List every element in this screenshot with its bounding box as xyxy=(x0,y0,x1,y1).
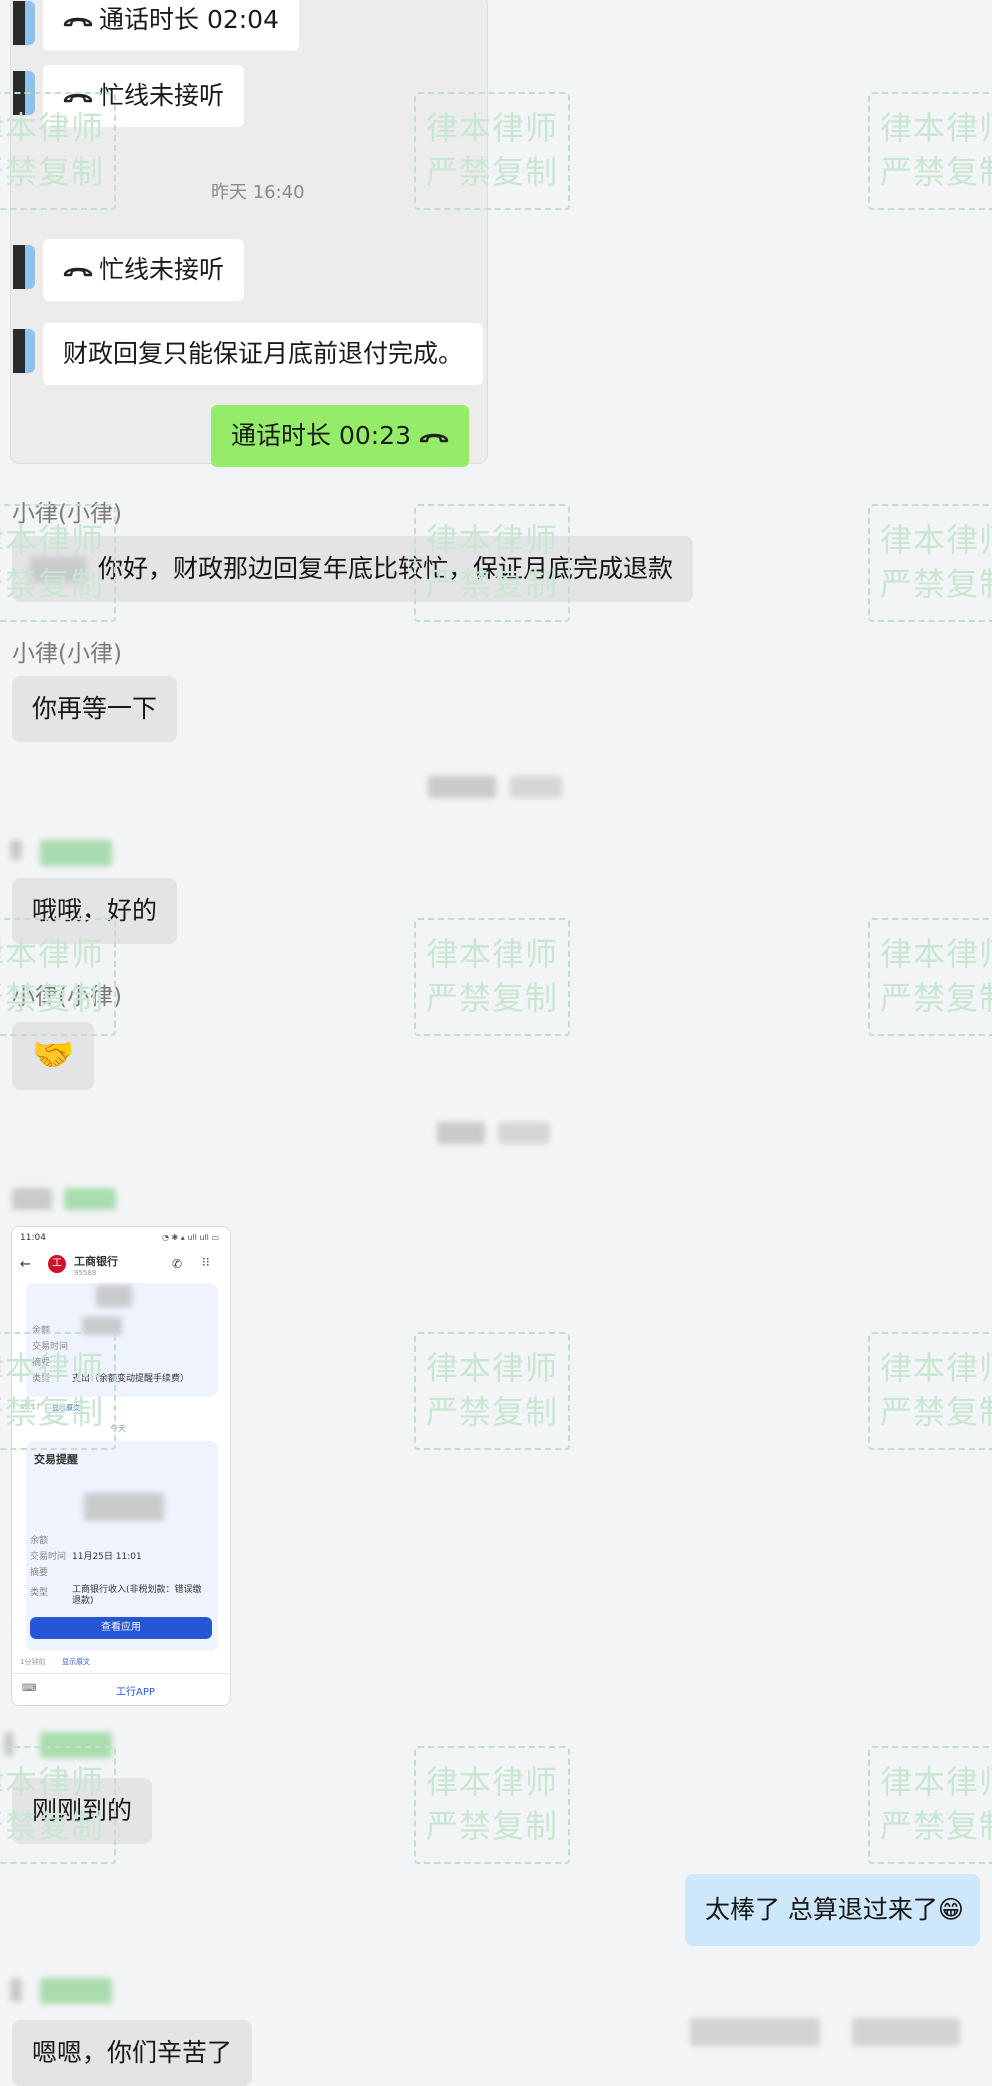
call-duration-text: 通话时长 02:04 xyxy=(99,5,279,34)
message-bubble[interactable]: 🤝 xyxy=(12,1022,95,1090)
call-record-bubble-mine[interactable]: 通话时长 00:23 xyxy=(211,405,469,467)
tx-time-value: 11月25日 11:01 xyxy=(72,1552,142,1562)
field-label: 摘要 xyxy=(30,1568,49,1578)
watermark: 律本律师严禁复制 xyxy=(868,1332,992,1450)
redacted-name xyxy=(10,1978,22,2002)
watermark: 律本律师严禁复制 xyxy=(414,918,570,1036)
bank-screenshot-image[interactable]: 11:04 ◔ ✱ ▴ ull ull ▭ ← 工 工商银行 95588 ✆ ⁝… xyxy=(11,1226,231,1706)
redacted-name xyxy=(4,1732,14,1756)
card-title: 交易提醒 xyxy=(34,1453,78,1466)
busy-call-bubble[interactable]: 忙线未接听 xyxy=(43,239,245,301)
message-bubble[interactable]: 刚刚到的 xyxy=(12,1778,153,1844)
avatar xyxy=(13,329,35,373)
status-time: 11:04 xyxy=(20,1233,46,1243)
show-original-link[interactable]: 显示原文 xyxy=(52,1403,80,1413)
watermark: 律本律师严禁复制 xyxy=(414,1332,570,1450)
sender-name: 小律(小律) xyxy=(12,984,122,1010)
field-label: 交易时间 xyxy=(32,1342,69,1352)
redacted-time xyxy=(510,776,562,798)
redacted-source-mark xyxy=(852,2018,960,2046)
redacted-name xyxy=(10,840,22,860)
field-label: 类型 xyxy=(32,1374,51,1384)
redacted-time xyxy=(498,1122,550,1144)
view-app-button[interactable]: 查看应用 xyxy=(30,1617,212,1639)
back-arrow-icon[interactable]: ← xyxy=(20,1257,31,1272)
divider xyxy=(12,1673,230,1674)
redacted-name xyxy=(40,840,112,866)
bank-number: 95588 xyxy=(74,1269,97,1277)
watermark: 律本律师严禁复制 xyxy=(414,1746,570,1864)
status-icons: ◔ ✱ ▴ ull ull ▭ xyxy=(162,1233,220,1242)
quoted-chat-record[interactable]: 通话时长 02:04 忙线未接听 昨天 16:40 忙线未接听 财政回复只能保证… xyxy=(10,0,488,467)
avatar xyxy=(13,71,35,115)
timestamp: 1分钟前 xyxy=(20,1658,46,1666)
redacted-source-mark xyxy=(690,2018,820,2046)
redacted-mention xyxy=(30,557,86,583)
call-duration-text: 通话时长 00:23 xyxy=(231,421,411,450)
message-bubble[interactable]: 财政回复只能保证月底前退付完成。 xyxy=(43,323,484,385)
watermark: 律本律师严禁复制 xyxy=(868,1746,992,1864)
call-record-bubble[interactable]: 通话时长 02:04 xyxy=(43,0,299,51)
field-label: 交易时间 xyxy=(30,1552,67,1562)
field-label: 余额 xyxy=(30,1536,49,1546)
redacted-name xyxy=(12,1188,52,1210)
watermark: 律本律师严禁复制 xyxy=(868,504,992,622)
message-bubble[interactable]: 你好，财政那边回复年底比较忙，保证月底完成退款 xyxy=(12,536,694,602)
timestamp: 09:17 xyxy=(20,1403,41,1411)
more-icon[interactable]: ⁝⁝ xyxy=(202,1255,210,1269)
redacted-name xyxy=(40,1978,112,2004)
message-text: 你再等一下 xyxy=(32,694,158,723)
redacted-time xyxy=(437,1122,485,1144)
busy-text: 忙线未接听 xyxy=(99,81,225,110)
my-message-bubble[interactable]: 太棒了 总算退过来了😁 xyxy=(684,1874,980,1946)
type-value: 工商银行收入(非税划款：错误缴退款) xyxy=(72,1585,202,1606)
message-text: 财政回复只能保证月底前退付完成。 xyxy=(63,339,464,368)
phone-hangup-icon xyxy=(63,14,93,28)
field-label: 摘要 xyxy=(32,1358,51,1368)
message-text: 嗯嗯，你们辛苦了 xyxy=(32,2038,233,2067)
type-value: 支出（余额变动提醒手续费） xyxy=(72,1374,190,1384)
bank-name: 工商银行 xyxy=(74,1255,118,1268)
phone-hangup-icon xyxy=(419,430,449,444)
message-text: 你好，财政那边回复年底比较忙，保证月底完成退款 xyxy=(98,554,674,583)
footer-app-link[interactable]: 工行APP xyxy=(116,1683,155,1698)
watermark: 律本律师严禁复制 xyxy=(868,92,992,210)
phone-hangup-icon xyxy=(63,264,93,278)
message-bubble[interactable]: 你再等一下 xyxy=(12,676,178,742)
sender-name: 小律(小律) xyxy=(12,641,122,667)
notice-card-1: 余额 交易时间 摘要 类型 支出（余额变动提醒手续费） xyxy=(26,1283,218,1397)
keyboard-icon[interactable]: ⌨ xyxy=(22,1683,36,1694)
icbc-logo: 工 xyxy=(48,1255,66,1273)
message-bubble[interactable]: 哦哦，好的 xyxy=(12,878,178,944)
day-label: 今天 xyxy=(110,1424,126,1433)
time-divider: 昨天 16:40 xyxy=(211,182,305,203)
message-text: 刚刚到的 xyxy=(32,1796,133,1825)
message-bubble[interactable]: 嗯嗯，你们辛苦了 xyxy=(12,2020,253,2086)
message-text: 太棒了 总算退过来了😁 xyxy=(704,1895,964,1924)
phone-icon[interactable]: ✆ xyxy=(172,1257,182,1271)
phone-hangup-icon xyxy=(63,90,93,104)
avatar xyxy=(13,245,35,289)
message-text: 哦哦，好的 xyxy=(32,896,158,925)
handshake-emoji: 🤝 xyxy=(32,1035,75,1075)
avatar xyxy=(13,1,35,45)
busy-call-bubble[interactable]: 忙线未接听 xyxy=(43,65,245,127)
field-label: 余额 xyxy=(32,1326,51,1336)
watermark: 律本律师严禁复制 xyxy=(868,918,992,1036)
show-original-link[interactable]: 显示原文 xyxy=(62,1657,90,1667)
redacted-time xyxy=(428,776,496,798)
busy-text: 忙线未接听 xyxy=(99,255,225,284)
redacted-name xyxy=(64,1188,116,1210)
sender-name: 小律(小律) xyxy=(12,501,122,527)
field-label: 类型 xyxy=(30,1588,49,1598)
redacted-name xyxy=(40,1732,112,1758)
